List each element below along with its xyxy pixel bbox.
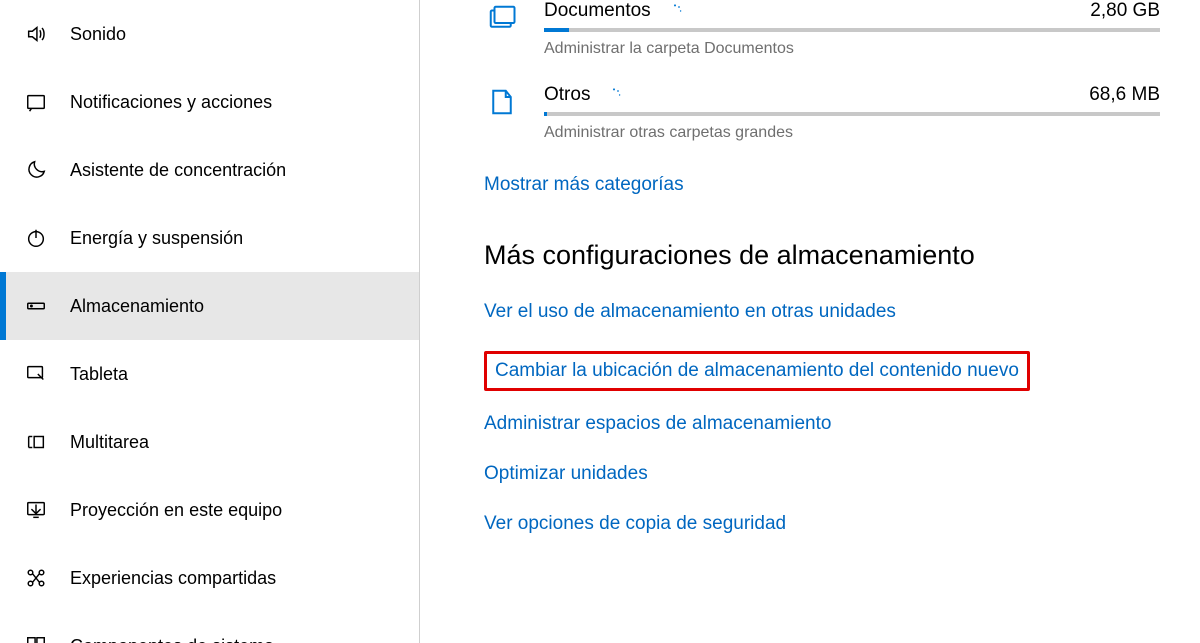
optimize-drives-link[interactable]: Optimizar unidades: [484, 463, 1160, 485]
sidebar-item-storage[interactable]: Almacenamiento: [0, 272, 419, 340]
change-save-location-link[interactable]: Cambiar la ubicación de almacenamiento d…: [495, 360, 1019, 382]
sidebar-item-sound[interactable]: Sonido: [0, 0, 419, 68]
loading-spinner-icon: [667, 3, 683, 19]
power-icon: [22, 224, 50, 252]
sidebar-item-label: Energía y suspensión: [70, 228, 243, 249]
sidebar-item-label: Tableta: [70, 364, 128, 385]
tablet-icon: [22, 360, 50, 388]
sidebar-item-label: Notificaciones y acciones: [70, 92, 272, 113]
storage-category-others[interactable]: Otros 68,6 MB Administrar otras carpetas…: [484, 84, 1160, 142]
storage-category-size: 2,80 GB: [1090, 0, 1160, 22]
multitask-icon: [22, 428, 50, 456]
storage-category-name: Documentos: [544, 0, 651, 22]
storage-category-size: 68,6 MB: [1089, 84, 1160, 106]
notification-icon: [22, 88, 50, 116]
storage-category-documents[interactable]: Documentos 2,80 GB Administrar la carpet…: [484, 0, 1160, 58]
moon-icon: [22, 156, 50, 184]
sidebar-item-focus-assist[interactable]: Asistente de concentración: [0, 136, 419, 204]
show-more-categories-link[interactable]: Mostrar más categorías: [484, 174, 684, 196]
sidebar-item-label: Proyección en este equipo: [70, 500, 282, 521]
storage-category-action[interactable]: Administrar otras carpetas grandes: [544, 124, 1160, 142]
manage-storage-spaces-link[interactable]: Administrar espacios de almacenamiento: [484, 413, 1160, 435]
sidebar-item-label: Experiencias compartidas: [70, 568, 276, 589]
others-folder-icon: [484, 84, 520, 120]
sidebar-item-label: Asistente de concentración: [70, 160, 286, 181]
documents-icon: [484, 0, 520, 36]
sidebar-item-projecting[interactable]: Proyección en este equipo: [0, 476, 419, 544]
more-settings-links: Ver el uso de almacenamiento en otras un…: [484, 301, 1160, 535]
sidebar-item-label: Almacenamiento: [70, 296, 204, 317]
sidebar-item-label: Sonido: [70, 24, 126, 45]
storage-usage-other-drives-link[interactable]: Ver el uso de almacenamiento en otras un…: [484, 301, 1160, 323]
more-settings-heading: Más configuraciones de almacenamiento: [484, 240, 1160, 271]
project-icon: [22, 496, 50, 524]
shared-icon: [22, 564, 50, 592]
sidebar-item-multitask[interactable]: Multitarea: [0, 408, 419, 476]
settings-sidebar: Sonido Notificaciones y acciones Asisten…: [0, 0, 420, 643]
sidebar-item-system-components[interactable]: Componentes de sistema: [0, 612, 419, 643]
sidebar-item-tablet[interactable]: Tableta: [0, 340, 419, 408]
sidebar-item-label: Componentes de sistema: [70, 636, 274, 643]
sidebar-item-label: Multitarea: [70, 432, 149, 453]
storage-usage-bar: [544, 28, 1160, 32]
storage-usage-bar: [544, 112, 1160, 116]
sidebar-item-power[interactable]: Energía y suspensión: [0, 204, 419, 272]
storage-icon: [22, 292, 50, 320]
main-content: Documentos 2,80 GB Administrar la carpet…: [420, 0, 1200, 643]
loading-spinner-icon: [606, 87, 622, 103]
highlighted-annotation: Cambiar la ubicación de almacenamiento d…: [484, 351, 1030, 391]
storage-category-action[interactable]: Administrar la carpeta Documentos: [544, 40, 1160, 58]
storage-category-name: Otros: [544, 84, 590, 106]
speaker-icon: [22, 20, 50, 48]
components-icon: [22, 632, 50, 643]
backup-options-link[interactable]: Ver opciones de copia de seguridad: [484, 513, 1160, 535]
sidebar-item-shared-experiences[interactable]: Experiencias compartidas: [0, 544, 419, 612]
sidebar-item-notifications[interactable]: Notificaciones y acciones: [0, 68, 419, 136]
